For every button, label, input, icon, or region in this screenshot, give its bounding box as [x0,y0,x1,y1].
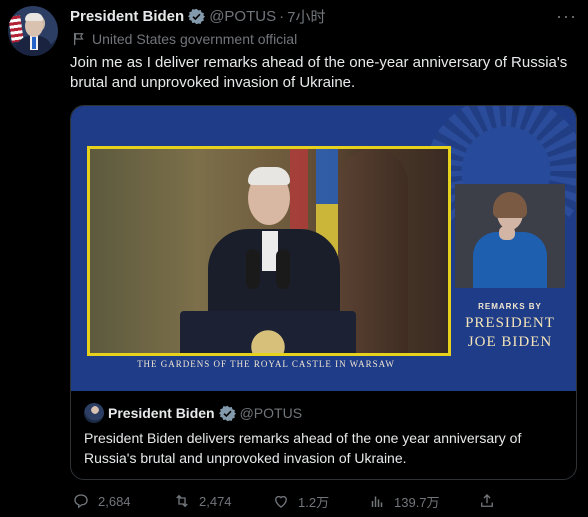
quoted-tweet-text: President Biden delivers remarks ahead o… [84,430,522,466]
quoted-author-handle: @POTUS [239,405,303,421]
quoted-author-avatar [84,403,104,423]
reply-count: 2,684 [98,493,131,509]
retweet-icon [176,494,188,508]
view-count: 139.7万 [394,494,440,510]
reply-button[interactable]: 2,684 [72,490,131,512]
flag-outline-icon [73,32,84,46]
author-name[interactable]: President Biden [70,8,184,25]
quoted-tweet-header: President Biden @POTUS [84,403,302,423]
remarks-line-1: PRESIDENT [465,315,555,331]
share-icon [481,494,493,507]
interpreter-hair [493,192,527,218]
quoted-tweet[interactable]: President Biden @POTUS President Biden d… [71,391,576,479]
remarks-line-2: JOE BIDEN [467,334,553,350]
background-flag-red [290,149,308,229]
quoted-author-name: President Biden [108,405,215,421]
microphone [246,249,260,289]
meta-separator: · [279,7,285,25]
tweet-time[interactable]: 7小时 [287,6,325,27]
video-thumbnail[interactable]: REMARKS BY PRESIDENT JOE BIDEN THE GARDE… [71,106,576,391]
government-label-text: United States government official [92,31,298,47]
like-count: 1.2万 [298,494,330,510]
tweet-text: Join me as I deliver remarks ahead of th… [70,54,568,91]
microphone [276,249,290,289]
author-avatar[interactable] [8,6,58,56]
tweet-actions: 2,684 2,474 1.2万 139.7万 [0,490,588,512]
interpreter-hand [499,226,515,240]
verified-badge-icon [188,8,206,24]
like-button[interactable]: 1.2万 [272,490,329,512]
retweet-count: 2,474 [199,493,232,509]
reply-icon [74,494,88,509]
sign-language-interpreter [455,184,565,288]
share-button[interactable] [478,490,504,512]
speaker-hair [248,167,290,185]
verified-badge-icon [218,405,236,421]
video-location-caption: THE GARDENS OF THE ROYAL CASTLE IN WARSA… [137,359,395,369]
heart-icon [275,495,287,508]
author-handle[interactable]: @POTUS [209,8,276,25]
interpreter-body [473,232,547,288]
remarks-speaker-name: PRESIDENT JOE BIDEN [445,314,575,352]
remarks-by-label: REMARKS BY [478,302,542,311]
avatar-hair [25,13,43,21]
avatar-tie [32,37,36,49]
government-label[interactable]: United States government official [72,30,297,48]
analytics-icon [371,496,383,507]
views-button[interactable]: 139.7万 [368,490,440,512]
speaker-frame [87,146,451,356]
video-card[interactable]: REMARKS BY PRESIDENT JOE BIDEN THE GARDE… [70,105,577,480]
retweet-button[interactable]: 2,474 [173,490,232,512]
tweet-header: President Biden @POTUS · 7小时 [70,6,325,26]
more-icon[interactable]: ··· [556,6,577,27]
